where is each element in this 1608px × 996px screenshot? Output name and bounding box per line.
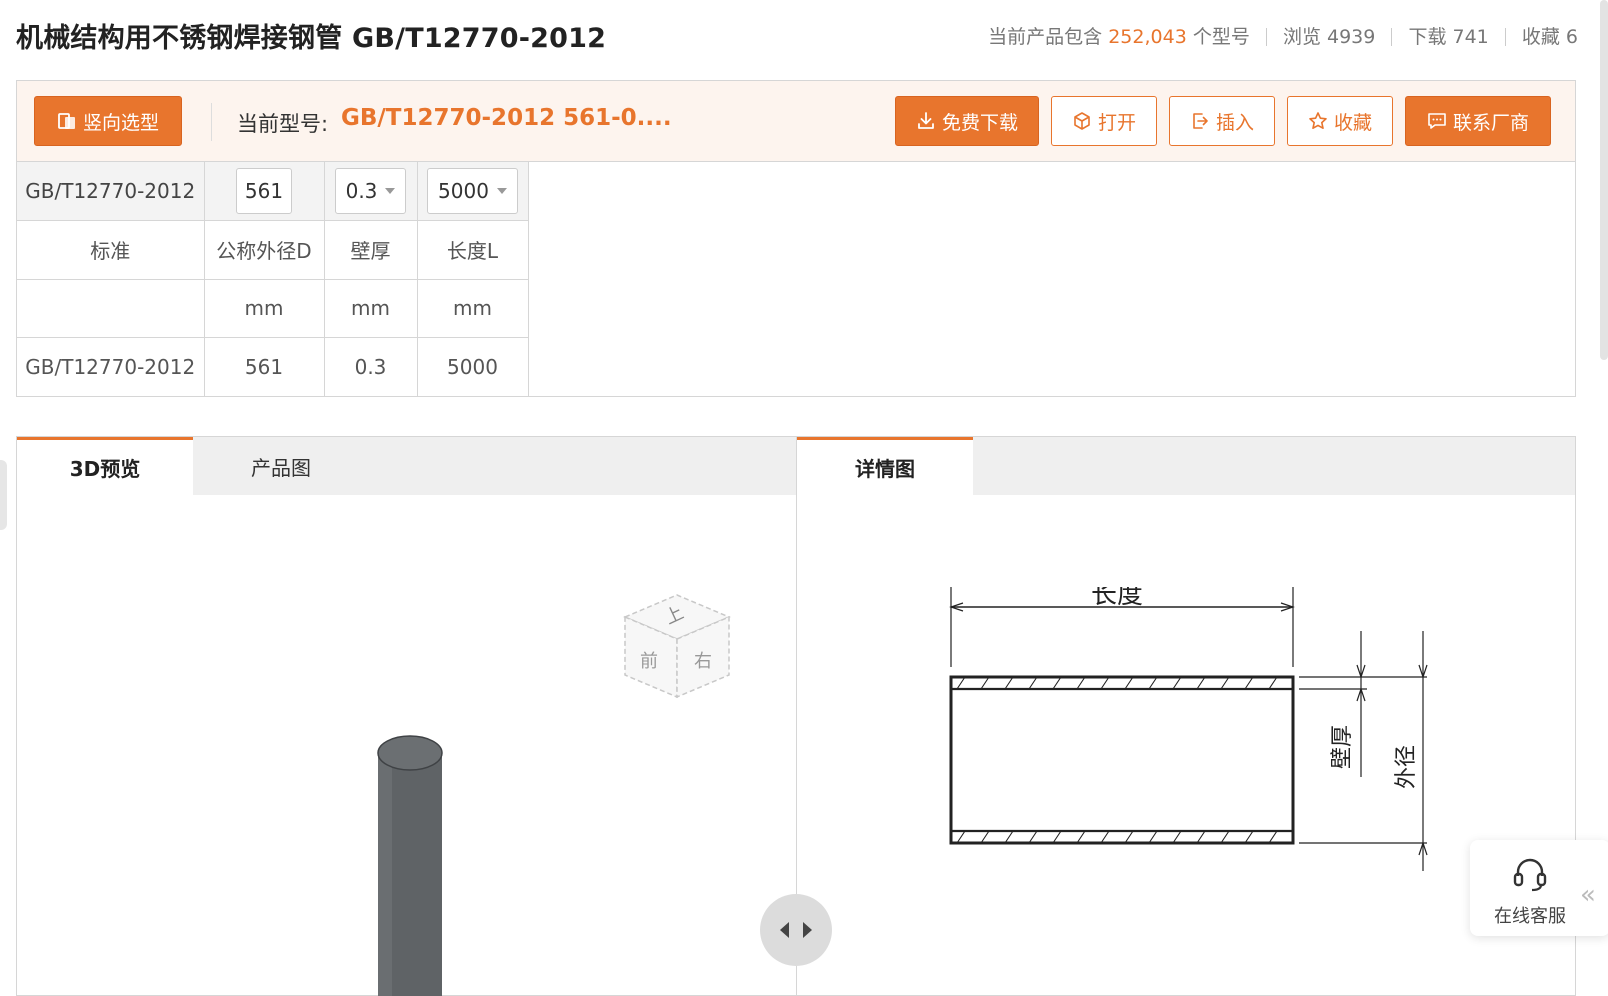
left-edge-handle[interactable] — [0, 460, 7, 530]
favorite-button[interactable]: 收藏 — [1287, 96, 1393, 146]
favorite-label: 收藏 — [1333, 111, 1372, 134]
3d-viewport[interactable]: 上 前 右 — [17, 495, 796, 996]
vertical-select-label: 竖向选型 — [82, 111, 159, 134]
spec-data-row: GB/T12770-2012 561 0.3 5000 — [17, 337, 529, 397]
page-title: 机械结构用不锈钢焊接钢管 GB/T12770-2012 — [16, 23, 607, 54]
unit-cell: mm — [203, 278, 325, 338]
model-toolbar: 竖向选型 当前型号: GB/T12770-2012 561-0.... 免费下载… — [16, 80, 1576, 162]
length-select[interactable]: 5000 — [427, 168, 518, 214]
toolbar-divider — [211, 103, 212, 141]
chat-icon — [1428, 113, 1446, 129]
unit-cell: mm — [416, 278, 529, 338]
chevron-down-icon — [496, 188, 507, 194]
spec-table: GB/T12770-2012 561 0.3 5000 标准 公称外径D 壁厚 — [17, 162, 529, 397]
free-download-label: 免费下载 — [941, 111, 1018, 134]
thickness-select[interactable]: 0.3 — [334, 168, 407, 214]
header-cell: 长度L — [416, 220, 529, 280]
cube-front-label: 前 — [640, 651, 658, 672]
model-count-prefix: 当前产品包含 — [988, 26, 1103, 48]
unit-cell: mm — [323, 278, 418, 338]
spec-header-row: 标准 公称外径D 壁厚 长度L — [17, 220, 529, 280]
thickness-cell: 0.3 — [323, 162, 418, 221]
preview-panel: 3D预览 产品图 上 前 右 — [16, 436, 797, 996]
vertical-select-button[interactable]: 竖向选型 — [34, 96, 182, 146]
open-label: 打开 — [1097, 111, 1136, 134]
tab-product-image[interactable]: 产品图 — [193, 437, 369, 495]
data-cell: GB/T12770-2012 — [17, 337, 205, 397]
cube-right-label: 右 — [694, 651, 712, 672]
panel-resize-handle[interactable] — [760, 894, 832, 966]
thickness-dimension-label: 壁厚 — [1330, 725, 1355, 769]
tube-dimension-drawing: 长度 壁厚 外径 — [949, 587, 1428, 871]
stats-divider — [1265, 28, 1267, 46]
page-scrollbar[interactable] — [1600, 0, 1608, 360]
preview-tabbar: 3D预览 产品图 — [17, 437, 796, 495]
length-dimension-label: 长度 — [1091, 587, 1143, 610]
spec-table-container: GB/T12770-2012 561 0.3 5000 标准 公称外径D 壁厚 — [16, 162, 1576, 397]
view-count: 浏览 4939 — [1282, 26, 1376, 48]
star-icon — [1309, 112, 1327, 129]
data-cell: 5000 — [416, 337, 529, 397]
download-icon — [918, 112, 934, 129]
current-model-value: GB/T12770-2012 561-0.... — [341, 105, 672, 131]
model-count: 252,043 — [1108, 26, 1187, 48]
unit-cell — [17, 278, 205, 338]
outer-diameter-label: 外径 — [1394, 745, 1419, 789]
headset-icon — [1513, 858, 1547, 892]
detail-tabbar: 详情图 — [797, 437, 1575, 495]
open-button[interactable]: 打开 — [1051, 96, 1157, 146]
insert-label: 插入 — [1215, 111, 1254, 134]
detail-panel: 详情图 长度 壁厚 外径 — [796, 436, 1576, 996]
insert-button[interactable]: 插入 — [1169, 96, 1275, 146]
favorite-count: 收藏 6 — [1521, 26, 1578, 48]
header-cell: 壁厚 — [323, 220, 418, 280]
tab-3d-preview[interactable]: 3D预览 — [17, 437, 193, 495]
view-cube[interactable]: 上 前 右 — [615, 587, 735, 717]
thickness-select-value: 0.3 — [345, 179, 378, 203]
tab-detail-drawing[interactable]: 详情图 — [797, 437, 973, 495]
spec-select-row: GB/T12770-2012 561 0.3 5000 — [17, 162, 529, 221]
online-service-label: 在线客服 — [1494, 906, 1566, 927]
arrow-left-icon — [780, 922, 789, 938]
stats-divider — [1391, 28, 1393, 46]
chevron-down-icon — [385, 188, 396, 194]
download-count: 下载 741 — [1408, 26, 1489, 48]
diameter-input[interactable]: 561 — [236, 168, 292, 214]
spec-unit-row: mm mm mm — [17, 278, 529, 338]
arrow-right-icon — [803, 922, 812, 938]
header-cell: 标准 — [17, 220, 205, 280]
contact-vendor-label: 联系厂商 — [1452, 111, 1529, 134]
stats-divider — [1504, 28, 1506, 46]
free-download-button[interactable]: 免费下载 — [895, 96, 1039, 146]
length-cell: 5000 — [416, 162, 529, 221]
standard-cell: GB/T12770-2012 — [17, 162, 205, 221]
page-header: 机械结构用不锈钢焊接钢管 GB/T12770-2012 当前产品包含 252,0… — [16, 14, 1578, 54]
current-model-label: 当前型号: — [237, 112, 329, 136]
tube-3d-model — [377, 735, 443, 996]
data-cell: 0.3 — [323, 337, 418, 397]
contact-vendor-button[interactable]: 联系厂商 — [1405, 96, 1551, 146]
diameter-cell: 561 — [203, 162, 325, 221]
model-count-unit: 个型号 — [1192, 26, 1250, 48]
insert-icon — [1193, 113, 1208, 129]
product-stats: 当前产品包含 252,043 个型号 浏览 4939 下载 741 收藏 6 — [988, 22, 1578, 49]
cube-icon — [1074, 112, 1090, 130]
length-select-value: 5000 — [438, 179, 489, 203]
double-chevron-left-icon[interactable]: « — [1580, 880, 1596, 910]
vertical-select-icon — [58, 113, 75, 129]
data-cell: 561 — [203, 337, 325, 397]
header-cell: 公称外径D — [203, 220, 325, 280]
